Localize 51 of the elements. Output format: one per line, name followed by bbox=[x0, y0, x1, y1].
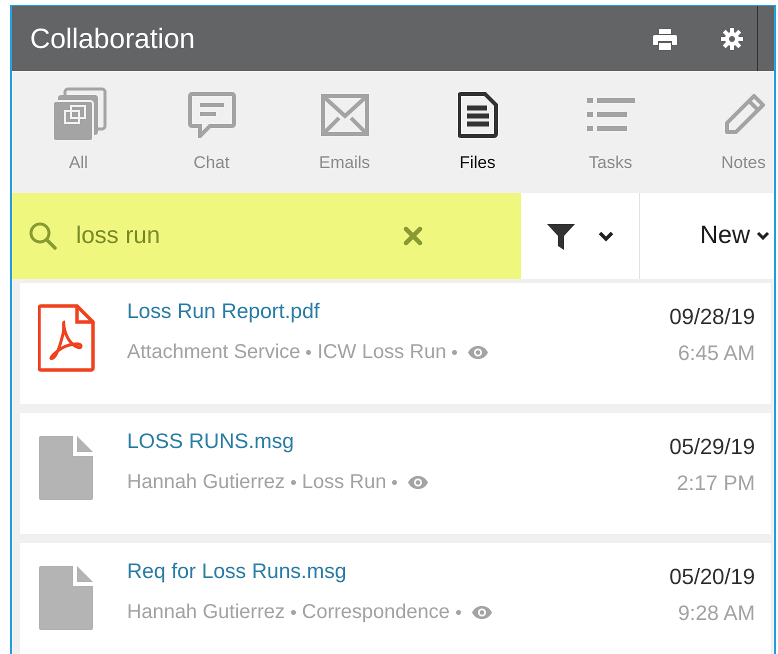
clear-icon[interactable] bbox=[403, 226, 423, 246]
chat-bubble-icon bbox=[188, 92, 236, 138]
filter-icon bbox=[546, 221, 576, 251]
file-time: 2:17 PM bbox=[676, 470, 755, 496]
tab[interactable]: Files bbox=[411, 71, 544, 193]
document-icon bbox=[458, 92, 498, 138]
bullet-icon bbox=[290, 610, 296, 615]
tab[interactable]: Emails bbox=[278, 71, 411, 193]
file-name[interactable]: LOSS RUNS.msg bbox=[127, 429, 430, 456]
search-icon bbox=[28, 221, 58, 251]
panel-title: Collaboration bbox=[30, 22, 195, 56]
file-category: Correspondence bbox=[302, 600, 450, 626]
list-icon bbox=[586, 98, 634, 132]
bullet-icon bbox=[456, 610, 461, 615]
file-name[interactable]: Loss Run Report.pdf bbox=[127, 299, 490, 326]
tab[interactable]: Tasks bbox=[544, 71, 677, 193]
bullet-icon bbox=[306, 350, 312, 355]
chevron-down-icon bbox=[598, 230, 614, 242]
file-card[interactable]: Req for Loss Runs.msg Hannah Gutierrez Correspondence 05/20/19 9:28 AM bbox=[20, 543, 771, 654]
file-category: Loss Run bbox=[302, 470, 386, 496]
tab[interactable]: All bbox=[12, 71, 145, 193]
file-date: 05/29/19 bbox=[669, 433, 755, 460]
eye-icon bbox=[407, 474, 430, 490]
document-icon bbox=[38, 564, 96, 632]
tab[interactable]: Chat bbox=[145, 71, 278, 193]
search-text: loss run bbox=[76, 221, 160, 251]
file-card[interactable]: Loss Run Report.pdf Attachment Service ICW Loss Run 09/28/19 6:45 AM bbox=[20, 283, 771, 404]
search-field[interactable]: loss run bbox=[12, 193, 521, 279]
file-card[interactable]: LOSS RUNS.msg Hannah Gutierrez Loss Run 05/29/19 2:17 PM bbox=[20, 413, 771, 534]
file-author: Attachment Service bbox=[127, 340, 300, 366]
file-author: Hannah Gutierrez bbox=[127, 470, 285, 496]
file-time: 6:45 AM bbox=[678, 340, 755, 366]
print-icon[interactable] bbox=[653, 28, 677, 50]
eye-icon bbox=[470, 604, 493, 620]
chevron-down-icon bbox=[756, 231, 770, 241]
bullet-icon bbox=[392, 480, 398, 485]
eye-icon bbox=[467, 344, 490, 360]
document-icon bbox=[38, 434, 96, 502]
file-date: 09/28/19 bbox=[669, 303, 755, 330]
bullet-icon bbox=[452, 350, 458, 355]
envelope-icon bbox=[320, 94, 368, 136]
file-time: 9:28 AM bbox=[678, 600, 755, 626]
settings-icon[interactable] bbox=[721, 28, 743, 50]
file-name[interactable]: Req for Loss Runs.msg bbox=[127, 559, 493, 586]
bullet-icon bbox=[290, 480, 296, 485]
file-author: Hannah Gutierrez bbox=[127, 600, 285, 626]
pdf-file-icon bbox=[38, 304, 96, 372]
tab[interactable]: Notes bbox=[677, 71, 774, 193]
file-category: ICW Loss Run bbox=[317, 340, 446, 366]
file-date: 05/20/19 bbox=[669, 563, 755, 590]
new-button[interactable]: New bbox=[640, 193, 774, 279]
